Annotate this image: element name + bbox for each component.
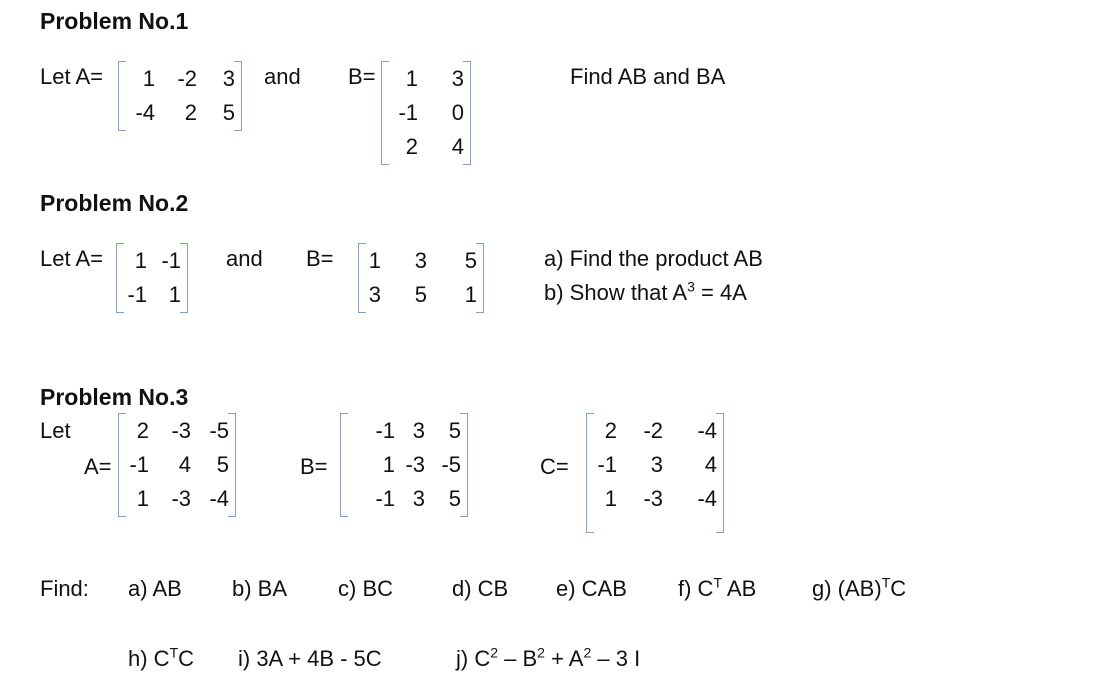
find-item-e: e) CAB [556, 576, 627, 601]
matrix-cell: 5 [414, 282, 427, 307]
matrix-cell: 1 [142, 66, 155, 91]
matrix-cell: -1 [127, 282, 147, 307]
find-item-d: d) CB [452, 576, 509, 601]
problem-2-matrix-b: 1 3 5 3 5 1 [358, 243, 484, 313]
matrix-cell: -4 [697, 418, 717, 443]
matrix-cell: 5 [448, 418, 461, 443]
find-item-b: b) BA [232, 576, 288, 601]
matrix-cell: -3 [171, 418, 191, 443]
problem-1-let-a: Let A= [40, 64, 104, 89]
matrix-cell: -1 [597, 452, 617, 477]
matrix-cell: 3 [412, 418, 425, 443]
problem-1-b-label: B= [348, 64, 376, 89]
find-item-i: i) 3A + 4B - 5C [238, 646, 382, 671]
problem-1-task: Find AB and BA [570, 64, 726, 89]
matrix-cell: 1 [168, 282, 181, 307]
matrix-cell: 1 [464, 282, 477, 307]
matrix-cell: -4 [209, 486, 229, 511]
matrix-cell: 2 [405, 134, 418, 159]
matrix-cell: 1 [382, 452, 395, 477]
matrix-cell: -1 [129, 452, 149, 477]
matrix-cell: 3 [222, 66, 235, 91]
problem-1-matrix-b: 1 3 -1 0 2 4 [381, 61, 471, 165]
problem-2-and: and [226, 246, 263, 271]
matrix-cell: 3 [412, 486, 425, 511]
matrix-cell: 2 [604, 418, 617, 443]
problem-2-task-a: a) Find the product AB [544, 246, 763, 271]
matrix-cell: 3 [451, 66, 464, 91]
matrix-cell: 1 [136, 486, 149, 511]
matrix-cell: 2 [184, 100, 197, 125]
problem-3-matrix-b: -1 3 5 1 -3 -5 -1 3 5 [340, 413, 468, 517]
matrix-cell: 2 [136, 418, 149, 443]
matrix-cell: -1 [161, 248, 181, 273]
matrix-cell: 5 [464, 248, 477, 273]
problem-2-b-label: B= [306, 246, 334, 271]
matrix-cell: 0 [451, 100, 464, 125]
problem-3-let: Let [40, 418, 71, 443]
matrix-cell: -5 [441, 452, 461, 477]
problem-1-and: and [264, 64, 301, 89]
problem-2-matrix-a: 1 -1 -1 1 [116, 243, 188, 313]
find-item-h: h) CTC [128, 644, 195, 671]
matrix-cell: -4 [697, 486, 717, 511]
find-item-a: a) AB [128, 576, 182, 601]
matrix-cell: 5 [216, 452, 229, 477]
problem-1-heading: Problem No.1 [40, 8, 189, 34]
problem-3-matrix-c: 2 -2 -4 -1 3 4 1 -3 -4 [586, 413, 724, 533]
matrix-cell: -1 [375, 486, 395, 511]
matrix-cell: 1 [604, 486, 617, 511]
matrix-cell: -3 [171, 486, 191, 511]
matrix-cell: 4 [178, 452, 191, 477]
matrix-cell: 3 [368, 282, 381, 307]
problem-1-matrix-a: 1 -2 3 -4 2 5 [118, 61, 242, 131]
problem-2-heading: Problem No.2 [40, 190, 189, 216]
find-item-f: f) CT AB [678, 574, 757, 601]
problem-3-c-label: C= [540, 454, 569, 479]
matrix-cell: 5 [222, 100, 235, 125]
find-item-c: c) BC [338, 576, 393, 601]
problem-3-a-label: A= [84, 454, 112, 479]
matrix-cell: 1 [405, 66, 418, 91]
find-label: Find: [40, 576, 89, 601]
problem-3-b-label: B= [300, 454, 328, 479]
problem-2-let-a: Let A= [40, 246, 104, 271]
matrix-cell: 3 [650, 452, 663, 477]
find-item-g: g) (AB)TC [812, 574, 907, 601]
matrix-cell: -1 [398, 100, 418, 125]
matrix-cell: 4 [451, 134, 464, 159]
matrix-cell: -2 [643, 418, 663, 443]
matrix-cell: -3 [405, 452, 425, 477]
matrix-cell: 1 [134, 248, 147, 273]
matrix-cell: -2 [177, 66, 197, 91]
matrix-cell: 1 [368, 248, 381, 273]
matrix-cell: 4 [704, 452, 717, 477]
problem-2-task-b: b) Show that A3 = 4A [544, 278, 747, 305]
matrix-cell: -5 [209, 418, 229, 443]
problem-3-matrix-a: 2 -3 -5 -1 4 5 1 -3 -4 [118, 413, 236, 517]
matrix-cell: -4 [135, 100, 155, 125]
find-item-j: j) C2 – B2 + A2 – 3 I [456, 644, 641, 671]
matrix-cell: -3 [643, 486, 663, 511]
matrix-cell: -1 [375, 418, 395, 443]
matrix-cell: 5 [448, 486, 461, 511]
problem-3-heading: Problem No.3 [40, 384, 189, 410]
matrix-cell: 3 [414, 248, 427, 273]
